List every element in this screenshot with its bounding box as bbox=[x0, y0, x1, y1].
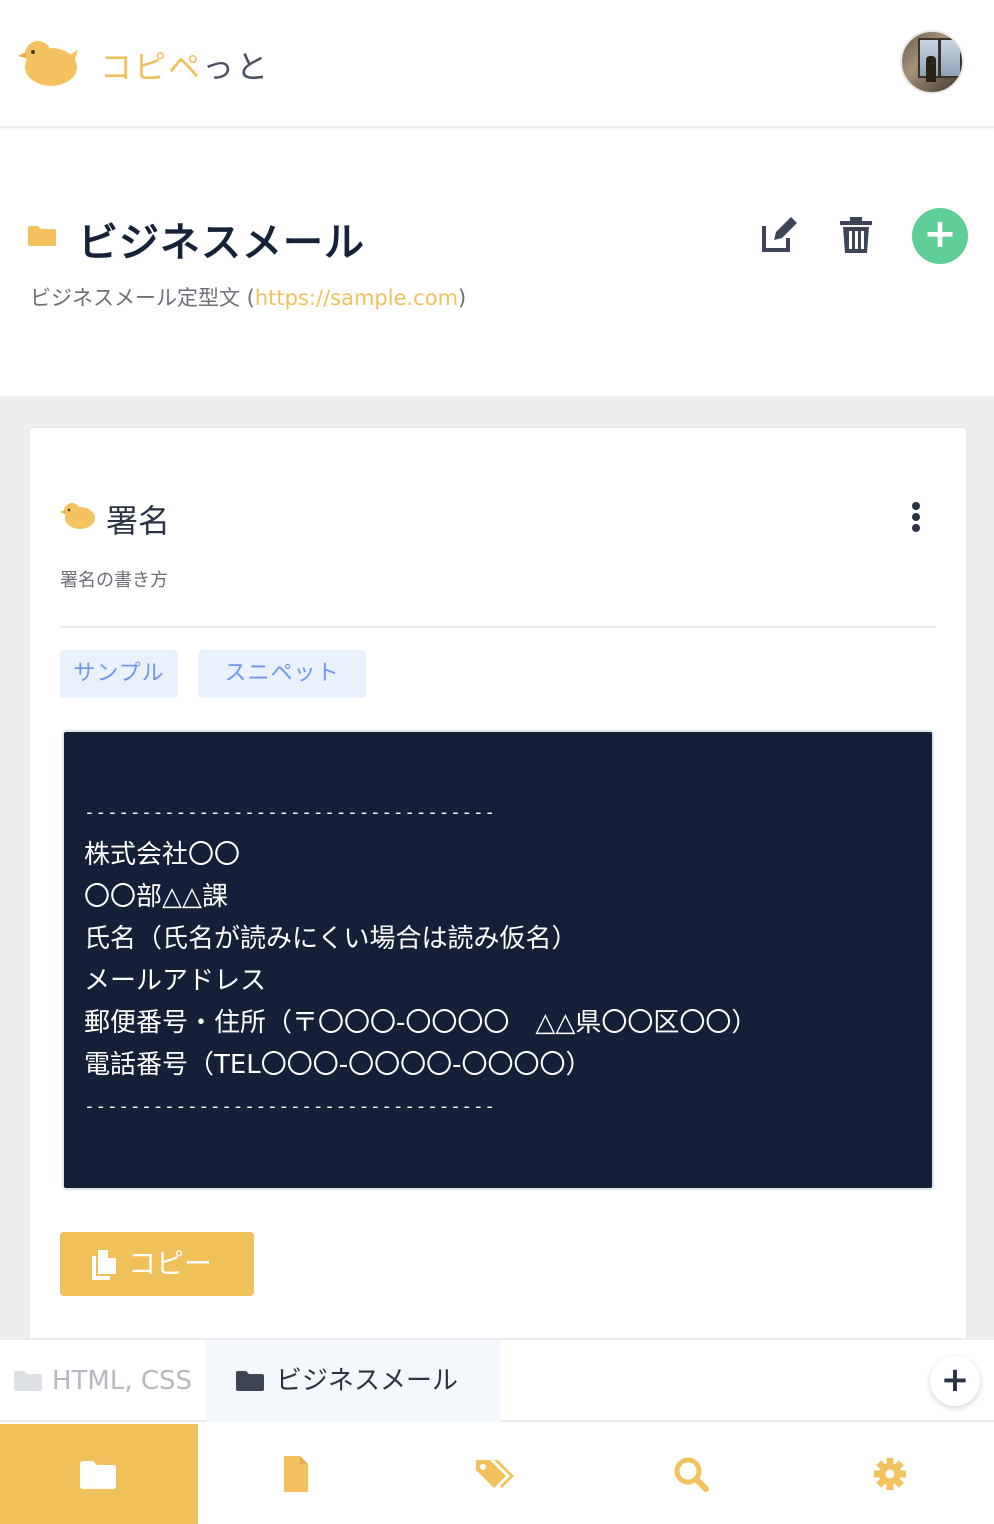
code-line: 氏名（氏名が読みにくい場合は読み仮名） bbox=[84, 924, 578, 954]
folder-icon bbox=[236, 1371, 264, 1391]
folder-description: ビジネスメール定型文 (https://sample.com) bbox=[30, 282, 466, 312]
code-line: ------------------------------------ bbox=[84, 1096, 496, 1117]
snippet-code-block[interactable]: ------------------------------------ 株式会… bbox=[62, 730, 934, 1190]
tag-sample[interactable]: サンプル bbox=[60, 650, 178, 698]
tab-business-mail[interactable]: ビジネスメール bbox=[206, 1340, 500, 1422]
content-area: 署名 署名の書き方 サンプル スニペット -------------------… bbox=[0, 396, 994, 1358]
copy-icon bbox=[92, 1250, 116, 1280]
snippet-title: 署名 bbox=[106, 502, 171, 540]
folder-icon bbox=[80, 1461, 116, 1489]
trash-icon[interactable] bbox=[838, 216, 874, 254]
folder-tab-strip: HTML, CSS ビジネスメール + bbox=[0, 1338, 994, 1422]
brand-accent: っと bbox=[202, 48, 271, 86]
code-line: 株式会社〇〇 bbox=[84, 840, 241, 870]
tab-label: ビジネスメール bbox=[276, 1366, 459, 1396]
add-snippet-button[interactable]: + bbox=[912, 208, 968, 264]
bottom-nav bbox=[0, 1424, 994, 1524]
bird-logo-icon[interactable] bbox=[18, 36, 80, 88]
snippet-card: 署名 署名の書き方 サンプル スニペット -------------------… bbox=[30, 428, 966, 1358]
folder-icon bbox=[28, 226, 56, 246]
file-icon bbox=[284, 1456, 308, 1492]
bird-icon bbox=[60, 503, 95, 529]
nav-snippets[interactable] bbox=[198, 1424, 396, 1524]
nav-tags[interactable] bbox=[396, 1424, 594, 1524]
search-icon bbox=[674, 1457, 709, 1492]
nav-settings[interactable] bbox=[792, 1424, 990, 1524]
gear-icon bbox=[874, 1458, 906, 1490]
folder-header: ビジネスメール + ビジネスメール定型文 (https://sample.com… bbox=[0, 130, 994, 396]
brand-name[interactable]: コピペっと bbox=[100, 42, 270, 88]
app-header: コピペっと bbox=[0, 0, 994, 128]
more-options-icon[interactable] bbox=[902, 500, 930, 536]
add-folder-button[interactable]: + bbox=[930, 1356, 980, 1406]
snippet-description: 署名の書き方 bbox=[60, 570, 168, 591]
edit-icon[interactable] bbox=[760, 216, 798, 254]
copy-button[interactable]: コピー bbox=[60, 1232, 254, 1296]
code-line: 〇〇部△△課 bbox=[84, 882, 228, 912]
tab-label: HTML, CSS bbox=[52, 1366, 193, 1396]
code-line: ------------------------------------ bbox=[84, 802, 496, 823]
folder-description-text: ビジネスメール定型文 ( bbox=[30, 286, 255, 310]
copy-button-label: コピー bbox=[128, 1247, 213, 1280]
tags-icon bbox=[476, 1460, 514, 1488]
nav-search[interactable] bbox=[594, 1424, 792, 1524]
folder-description-end: ) bbox=[458, 286, 467, 310]
tag-snippet[interactable]: スニペット bbox=[198, 650, 366, 698]
folder-description-link[interactable]: https://sample.com bbox=[255, 286, 458, 310]
code-line: 郵便番号・住所（〒〇〇〇-〇〇〇〇 △△県〇〇区〇〇） bbox=[84, 1008, 758, 1038]
divider bbox=[60, 626, 936, 628]
folder-icon bbox=[14, 1371, 42, 1391]
code-line: メールアドレス bbox=[84, 966, 267, 996]
tab-html-css[interactable]: HTML, CSS bbox=[0, 1340, 206, 1422]
brand-main: コピペ bbox=[100, 48, 203, 86]
nav-folders[interactable] bbox=[0, 1424, 198, 1524]
folder-title: ビジネスメール bbox=[78, 220, 365, 266]
code-line: 電話番号（TEL〇〇〇-〇〇〇〇-〇〇〇〇） bbox=[84, 1050, 592, 1080]
user-avatar[interactable] bbox=[900, 30, 964, 94]
